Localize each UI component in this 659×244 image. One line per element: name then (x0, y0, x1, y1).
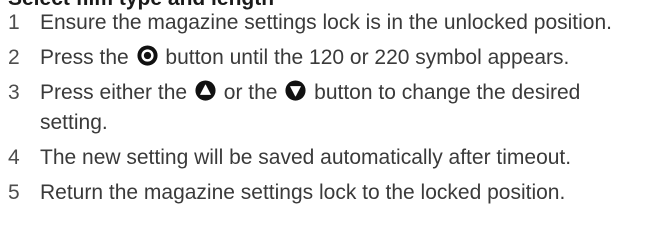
step-text-before: Press either the (40, 81, 188, 104)
step-text-after: button until the 120 or 220 symbol appea… (165, 46, 570, 69)
up-arrow-button-icon (194, 79, 217, 102)
down-arrow-button-icon (284, 79, 307, 102)
instruction-list: 1 Ensure the magazine settings lock is i… (8, 8, 653, 213)
step-text: The new setting will be saved automatica… (40, 146, 572, 169)
step-text-middle: or the (223, 81, 278, 104)
step-number: 3 (8, 81, 20, 104)
step-number: 2 (8, 46, 20, 69)
list-item: 1 Ensure the magazine settings lock is i… (8, 8, 653, 38)
step-number: 1 (8, 11, 20, 34)
list-item: 3 Press either the or the button to chan… (8, 78, 653, 138)
step-text: Return the magazine settings lock to the… (40, 181, 566, 204)
step-text-before: Press the (40, 46, 129, 69)
list-item: 4 The new setting will be saved automati… (8, 143, 653, 173)
step-number: 4 (8, 146, 20, 169)
list-item: 5 Return the magazine settings lock to t… (8, 178, 653, 208)
step-text: Ensure the magazine settings lock is in … (40, 11, 612, 34)
list-item: 2 Press the button until the 120 or 220 … (8, 43, 653, 73)
select-circle-button-icon (136, 44, 159, 67)
step-text: Press the button until the 120 or 220 sy… (40, 43, 653, 73)
step-number: 5 (8, 181, 20, 204)
step-text: Press either the or the button to change… (40, 78, 653, 138)
